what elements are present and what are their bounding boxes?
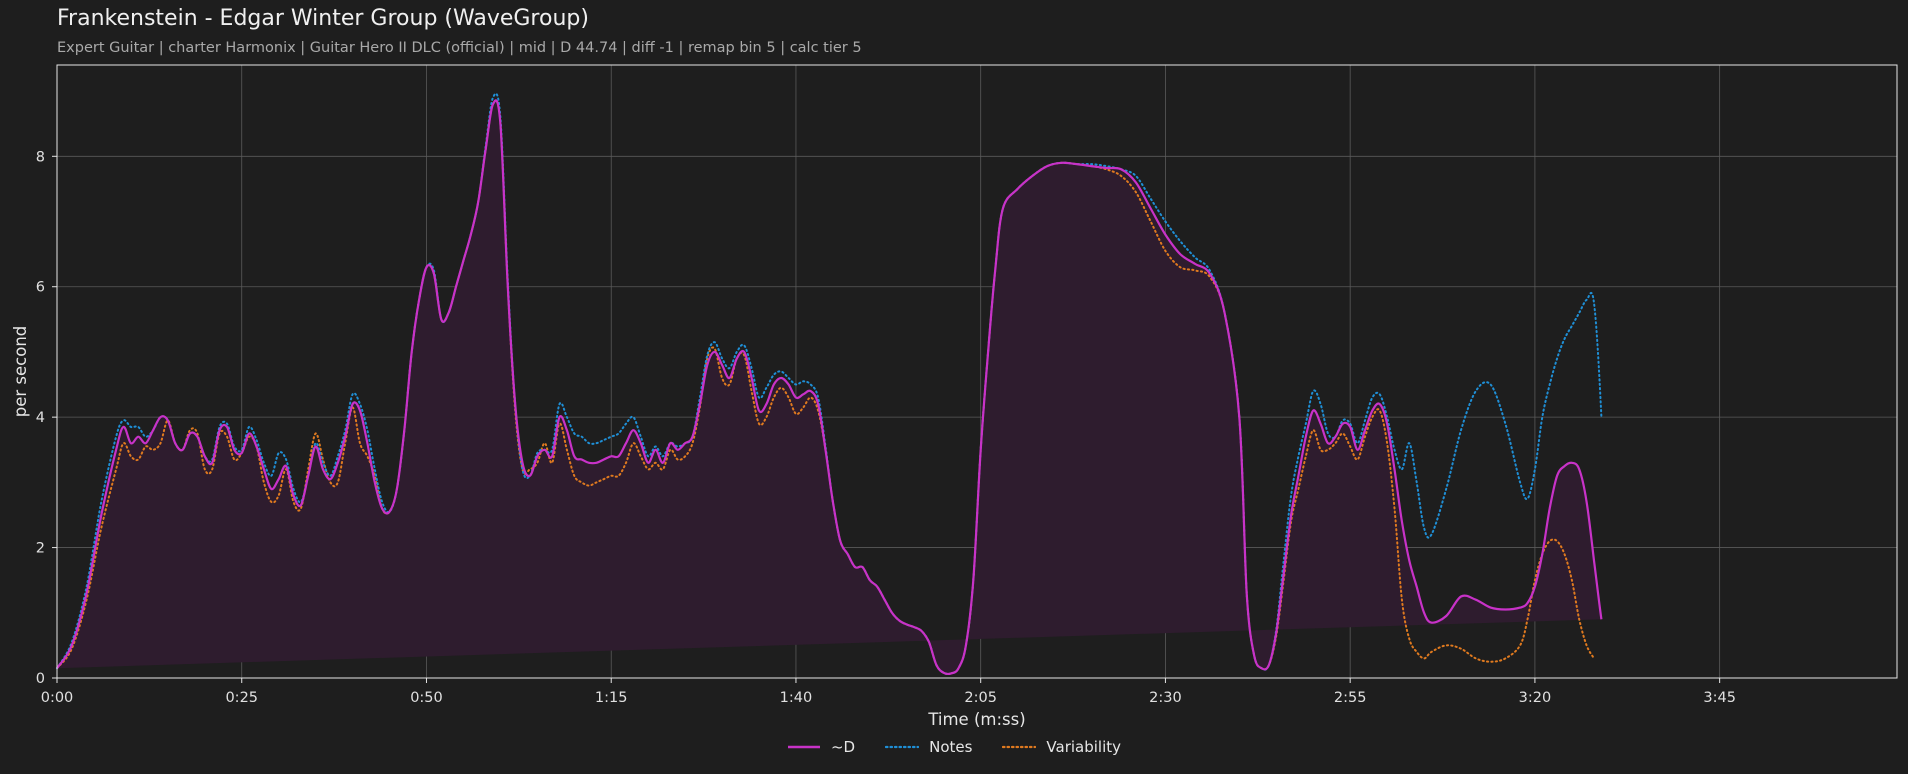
legend-item-d: ~D: [787, 738, 855, 756]
legend-label-variability: Variability: [1046, 738, 1122, 756]
y-tick-label: 0: [36, 671, 45, 687]
x-tick-label: 0:00: [41, 690, 74, 706]
y-tick-label: 4: [36, 410, 45, 426]
legend-swatch-notes: [885, 745, 920, 749]
y-tick-label: 8: [36, 149, 45, 165]
legend-label-d: ~D: [830, 738, 856, 756]
x-tick-label: 0:25: [225, 690, 258, 706]
legend-item-notes: Notes: [885, 738, 972, 756]
y-tick-label: 6: [36, 280, 45, 296]
legend: ~D Notes Variability: [0, 738, 1908, 756]
x-tick-label: 1:15: [595, 690, 628, 706]
x-tick-label: 3:20: [1519, 690, 1552, 706]
x-tick-label: 3:45: [1703, 690, 1736, 706]
y-axis-label: per second: [11, 326, 30, 418]
chart-canvas: 0:00 0:25 0:50 1:15 1:40 2:05 2:30 2:55 3:20 3:45…: [11, 64, 1898, 729]
x-tick-label: 2:30: [1149, 690, 1182, 706]
legend-swatch-variability: [1002, 745, 1037, 749]
x-axis-ticks: 0:00 0:25 0:50 1:15 1:40 2:05 2:30 2:55 3:20 3:45: [41, 678, 1736, 706]
y-axis-ticks: 0 2 4 6 8: [36, 149, 57, 687]
legend-label-notes: Notes: [929, 738, 973, 756]
x-tick-label: 0:50: [410, 690, 443, 706]
x-tick-label: 2:55: [1334, 690, 1367, 706]
x-tick-label: 2:05: [964, 690, 997, 706]
d-area-fill: [57, 100, 1602, 674]
x-tick-label: 1:40: [780, 690, 813, 706]
y-tick-label: 2: [36, 541, 45, 557]
x-axis-label: Time (m:ss): [927, 710, 1025, 729]
legend-swatch-d: [787, 745, 820, 749]
d-area: [57, 100, 1602, 674]
legend-item-variability: Variability: [1002, 738, 1121, 756]
